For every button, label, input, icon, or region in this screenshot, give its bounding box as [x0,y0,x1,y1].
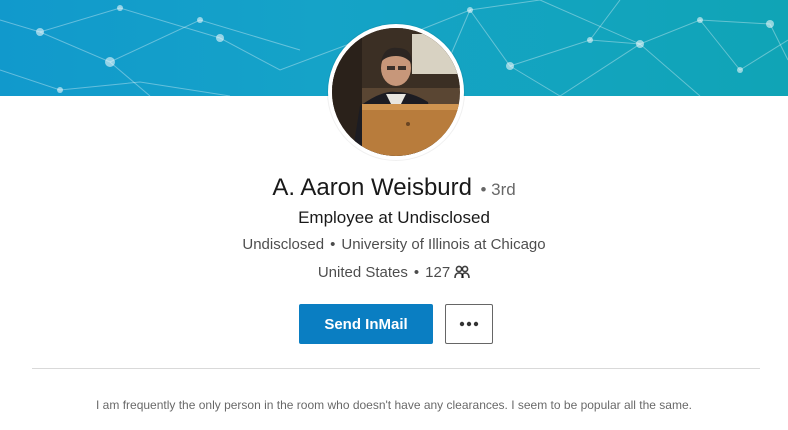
connections-count[interactable]: 127 [425,264,450,281]
profile-photo-image [332,28,460,156]
experience-education-row: Undisclosed • University of Illinois at Ch… [0,236,788,253]
profile-headline: Employee at Undisclosed [298,208,490,227]
section-divider [32,368,760,369]
location-connections-row: United States • 127 [0,264,788,283]
connections-icon[interactable] [454,265,470,283]
more-options-icon [459,321,479,327]
separator-dot: • [330,236,336,253]
more-options-button[interactable] [445,304,493,344]
connection-degree: • 3rd [480,180,516,199]
profile-summary: I am frequently the only person in the r… [96,398,692,412]
send-inmail-button[interactable]: Send InMail [299,304,433,344]
profile-name-row: A. Aaron Weisburd • 3rd [0,174,788,202]
education-school[interactable]: University of Illinois at Chicago [341,236,545,253]
current-company[interactable]: Undisclosed [242,236,324,253]
profile-photo[interactable] [332,28,460,156]
profile-name: A. Aaron Weisburd [272,174,472,201]
separator-dot: • [413,264,420,281]
profile-actions: Send InMail [0,304,788,344]
profile-photo-frame[interactable] [328,24,464,160]
location: United States [317,264,408,281]
